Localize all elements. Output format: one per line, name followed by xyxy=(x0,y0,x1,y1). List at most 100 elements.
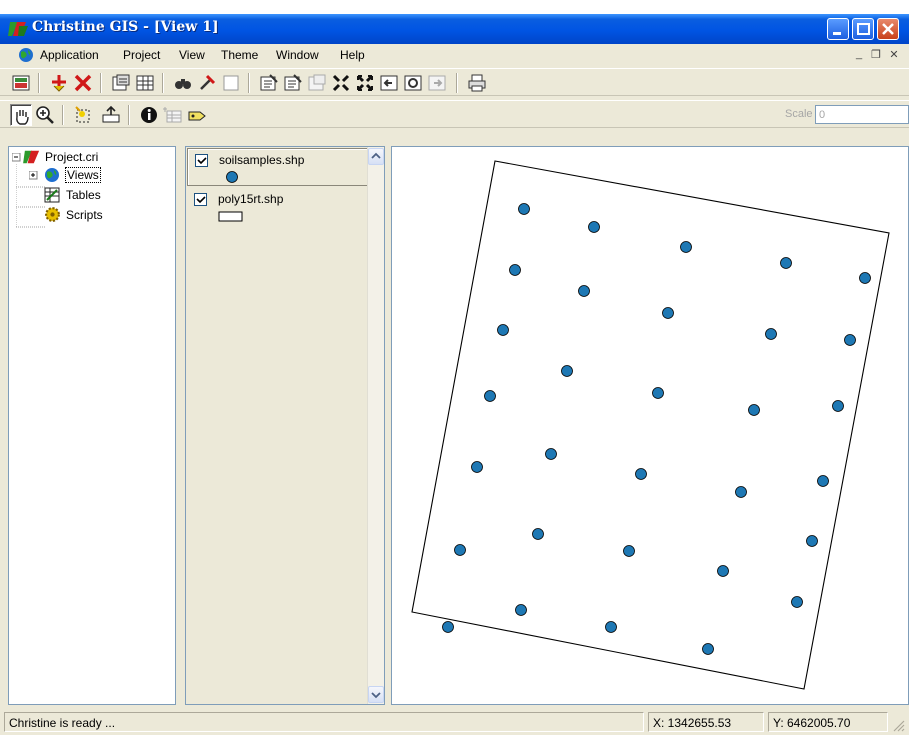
query-button[interactable] xyxy=(196,72,218,94)
menu-application[interactable]: Application xyxy=(40,48,99,62)
map-view[interactable] xyxy=(391,146,909,705)
soil-sample-point[interactable] xyxy=(623,545,635,557)
theme-name-soilsamples: soilsamples.shp xyxy=(219,153,305,167)
theme-checkbox-poly15rt[interactable] xyxy=(194,193,207,206)
soil-sample-point[interactable] xyxy=(662,307,674,319)
menu-help[interactable]: Help xyxy=(340,48,365,62)
scroll-up-button[interactable] xyxy=(368,148,384,165)
soil-sample-point[interactable] xyxy=(497,324,509,336)
status-y-coordinate: Y: 6462005.70 xyxy=(768,712,888,732)
menu-view[interactable]: View xyxy=(179,48,205,62)
theme-entry-soilsamples[interactable]: soilsamples.shp xyxy=(187,148,369,186)
window-title: Christine GIS - [View 1] xyxy=(32,19,219,35)
legend-scrollbar[interactable] xyxy=(367,147,384,704)
pan-button[interactable] xyxy=(10,104,32,126)
soil-sample-point[interactable] xyxy=(735,486,747,498)
legend-edit-2-button[interactable] xyxy=(282,72,304,94)
disabled-legend-icon xyxy=(308,74,326,91)
open-table-button[interactable] xyxy=(134,72,156,94)
soil-sample-point[interactable] xyxy=(454,544,466,556)
theme-entry-poly15rt[interactable]: poly15rt.shp xyxy=(187,189,369,227)
soil-sample-point[interactable] xyxy=(748,404,760,416)
zoom-previous-button[interactable] xyxy=(378,72,400,94)
disabled-legend-button[interactable] xyxy=(306,72,328,94)
soil-sample-point[interactable] xyxy=(518,203,530,215)
disabled-table-button[interactable] xyxy=(162,104,184,126)
print-button[interactable] xyxy=(466,72,488,94)
map-canvas[interactable] xyxy=(392,147,908,704)
maximize-button[interactable] xyxy=(852,18,874,40)
soil-sample-point[interactable] xyxy=(791,596,803,608)
soil-sample-point[interactable] xyxy=(765,328,777,340)
soil-sample-point[interactable] xyxy=(532,528,544,540)
zoom-in-icon xyxy=(36,106,54,124)
tree-item-views-label: Views xyxy=(65,167,101,183)
theme-checkbox-soilsamples[interactable] xyxy=(195,154,208,167)
mdi-restore-button[interactable]: ❐ xyxy=(869,48,883,62)
zoom-refresh-button[interactable] xyxy=(402,72,424,94)
soil-sample-point[interactable] xyxy=(680,241,692,253)
soil-sample-point[interactable] xyxy=(717,565,729,577)
parcel-polygon[interactable] xyxy=(411,160,890,690)
soil-sample-point[interactable] xyxy=(545,448,557,460)
delete-theme-button[interactable] xyxy=(72,72,94,94)
select-button[interactable] xyxy=(72,104,94,126)
point-symbol-icon xyxy=(226,171,238,183)
properties-button[interactable] xyxy=(110,72,132,94)
find-icon xyxy=(175,79,191,89)
menu-project[interactable]: Project xyxy=(123,48,160,62)
title-bar[interactable]: Christine GIS - [View 1] xyxy=(0,14,909,44)
label-button[interactable] xyxy=(186,104,208,126)
soil-sample-point[interactable] xyxy=(780,257,792,269)
soil-sample-point[interactable] xyxy=(515,604,527,616)
soil-sample-point[interactable] xyxy=(702,643,714,655)
zoom-refresh-icon xyxy=(404,75,422,91)
zoom-full-button[interactable] xyxy=(330,72,352,94)
soil-sample-point[interactable] xyxy=(817,475,829,487)
scale-input[interactable] xyxy=(815,105,909,124)
theme-name-poly15rt: poly15rt.shp xyxy=(218,192,284,206)
find-button[interactable] xyxy=(172,72,194,94)
legend-edit-button[interactable] xyxy=(258,72,280,94)
soil-sample-point[interactable] xyxy=(844,334,856,346)
disabled-next-button[interactable] xyxy=(426,72,448,94)
mdi-close-button[interactable]: ✕ xyxy=(887,48,901,62)
zoom-in-button[interactable] xyxy=(34,104,56,126)
soil-sample-point[interactable] xyxy=(578,285,590,297)
soil-sample-point[interactable] xyxy=(832,400,844,412)
globe-menu-icon[interactable] xyxy=(18,47,34,63)
soil-sample-point[interactable] xyxy=(561,365,573,377)
theme-legend: soilsamples.shp poly15rt.shp xyxy=(185,146,385,705)
soil-sample-point[interactable] xyxy=(588,221,600,233)
soil-sample-point[interactable] xyxy=(806,535,818,547)
label-icon xyxy=(188,111,206,121)
soil-sample-point[interactable] xyxy=(484,390,496,402)
chevron-up-icon xyxy=(371,152,381,159)
scroll-down-button[interactable] xyxy=(368,686,384,703)
expand-icon[interactable] xyxy=(29,171,38,180)
info-button[interactable] xyxy=(138,104,160,126)
soil-sample-point[interactable] xyxy=(652,387,664,399)
soil-sample-point[interactable] xyxy=(509,264,521,276)
minimize-button[interactable] xyxy=(827,18,849,40)
menu-bar: Application Project View Theme Window He… xyxy=(0,44,909,66)
table-icon xyxy=(136,75,154,91)
resize-grip-icon[interactable] xyxy=(893,720,905,732)
export-button[interactable] xyxy=(100,104,122,126)
menu-window[interactable]: Window xyxy=(276,48,319,62)
close-button[interactable] xyxy=(877,18,899,40)
add-theme-button[interactable] xyxy=(48,72,70,94)
soil-sample-point[interactable] xyxy=(442,621,454,633)
menu-theme[interactable]: Theme xyxy=(221,48,258,62)
soil-sample-point[interactable] xyxy=(635,468,647,480)
open-project-button[interactable] xyxy=(10,72,32,94)
zoom-extent-button[interactable] xyxy=(354,72,376,94)
mdi-minimize-button[interactable]: _ xyxy=(852,48,866,62)
soil-sample-point[interactable] xyxy=(471,461,483,473)
soil-sample-point[interactable] xyxy=(605,621,617,633)
info-icon xyxy=(141,107,157,123)
select-icon xyxy=(75,106,90,123)
soil-sample-point[interactable] xyxy=(859,272,871,284)
legend-edit-icon xyxy=(260,74,278,91)
blank-tool-button[interactable] xyxy=(220,72,242,94)
